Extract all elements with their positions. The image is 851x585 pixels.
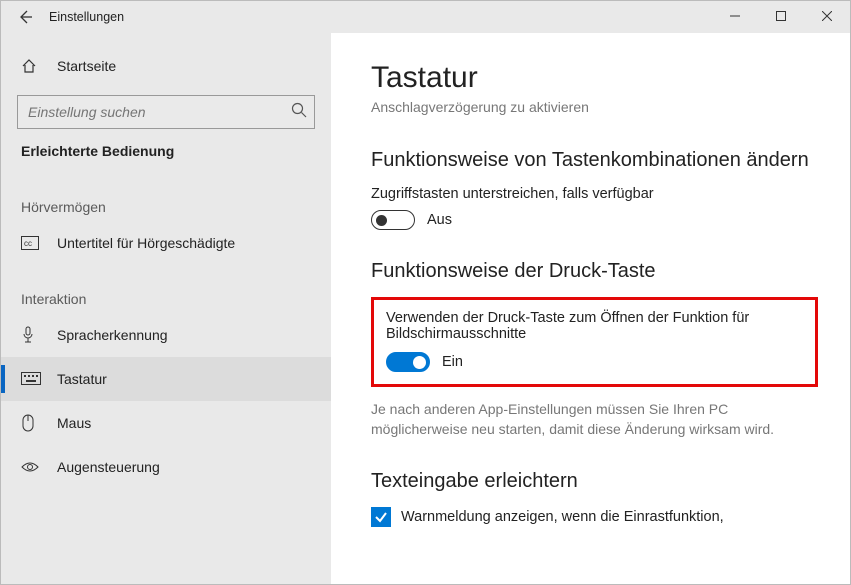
microphone-icon <box>21 326 41 344</box>
content: Tastatur Anschlagverzögerung zu aktivier… <box>331 33 850 584</box>
sidebar-group-interaction: Interaktion <box>1 291 331 307</box>
maximize-icon <box>776 11 786 21</box>
toggle-print-row: Ein <box>386 352 803 372</box>
option-print-label: Verwenden der Druck-Taste zum Öffnen der… <box>386 310 803 342</box>
home-link[interactable]: Startseite <box>1 47 331 85</box>
sidebar-item-label: Augensteuerung <box>57 459 160 475</box>
close-button[interactable] <box>804 1 850 31</box>
mouse-icon <box>21 414 41 432</box>
section-text-entry: Texteingabe erleichtern <box>371 470 818 493</box>
search-wrap <box>17 95 315 129</box>
sidebar-item-eye-control[interactable]: Augensteuerung <box>1 445 331 489</box>
highlight-box: Verwenden der Druck-Taste zum Öffnen der… <box>371 297 818 387</box>
toggle-print-state: Ein <box>442 354 463 370</box>
toggle-knob <box>413 356 426 369</box>
body: Startseite Erleichterte Bedienung Hörver… <box>1 33 850 584</box>
toggle-print[interactable] <box>386 352 430 372</box>
toggle-underline[interactable] <box>371 210 415 230</box>
search-input[interactable] <box>17 95 315 129</box>
page-subtitle: Anschlagverzögerung zu aktivieren <box>371 99 818 115</box>
minimize-button[interactable] <box>712 1 758 31</box>
sidebar-item-mouse[interactable]: Maus <box>1 401 331 445</box>
sidebar-section-label: Erleichterte Bedienung <box>1 143 331 159</box>
section-print: Funktionsweise der Druck-Taste <box>371 260 818 283</box>
toggle-underline-state: Aus <box>427 212 452 228</box>
page-title: Tastatur <box>371 61 818 95</box>
checkbox-warn-label: Warnmeldung anzeigen, wenn die Einrastfu… <box>401 509 724 525</box>
eye-icon <box>21 461 41 473</box>
option-underline-label: Zugriffstasten unterstreichen, falls ver… <box>371 186 818 202</box>
checkbox-warn-row: Warnmeldung anzeigen, wenn die Einrastfu… <box>371 507 818 527</box>
sidebar-item-keyboard[interactable]: Tastatur <box>1 357 331 401</box>
titlebar: Einstellungen <box>1 1 850 33</box>
arrow-left-icon <box>17 9 33 25</box>
toggle-underline-row: Aus <box>371 210 818 230</box>
checkbox-warn[interactable] <box>371 507 391 527</box>
print-note: Je nach anderen App-Einstellungen müssen… <box>371 399 818 440</box>
svg-text:cc: cc <box>24 239 32 248</box>
sidebar-item-label: Untertitel für Hörgeschädigte <box>57 235 235 251</box>
sidebar-item-label: Spracherkennung <box>57 327 168 343</box>
home-icon <box>21 58 41 74</box>
minimize-icon <box>730 11 740 21</box>
home-label: Startseite <box>57 58 116 74</box>
sidebar-item-label: Maus <box>57 415 91 431</box>
sidebar-item-label: Tastatur <box>57 371 107 387</box>
sidebar-item-closed-captions[interactable]: cc Untertitel für Hörgeschädigte <box>1 221 331 265</box>
close-icon <box>822 11 832 21</box>
toggle-knob <box>376 215 387 226</box>
back-button[interactable] <box>1 2 49 32</box>
keyboard-icon <box>21 372 41 386</box>
cc-icon: cc <box>21 236 41 250</box>
window-controls <box>712 1 850 31</box>
sidebar-item-speech[interactable]: Spracherkennung <box>1 313 331 357</box>
maximize-button[interactable] <box>758 1 804 31</box>
search-icon <box>291 102 307 118</box>
check-icon <box>374 510 388 524</box>
sidebar: Startseite Erleichterte Bedienung Hörver… <box>1 33 331 584</box>
sidebar-group-hearing: Hörvermögen <box>1 199 331 215</box>
section-shortcuts: Funktionsweise von Tastenkombinationen ä… <box>371 149 818 172</box>
settings-window: Einstellungen Startseite Erleichterte Be… <box>0 0 851 585</box>
window-title: Einstellungen <box>49 10 124 24</box>
